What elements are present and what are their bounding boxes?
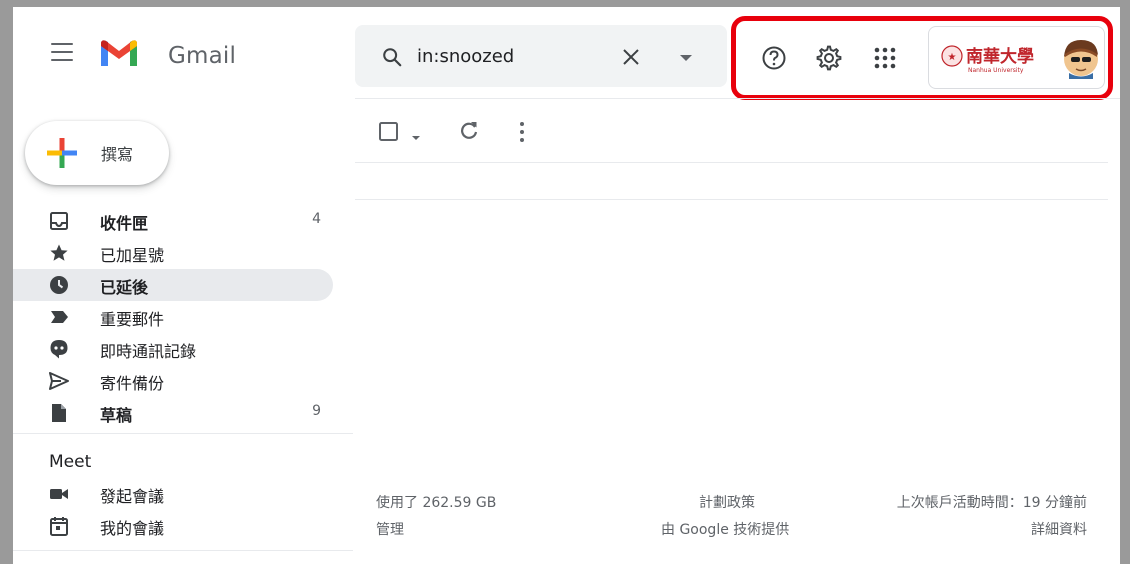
storage-usage-text: 使用了 262.59 GB (376, 495, 497, 511)
sidebar-item-inbox[interactable]: 收件匣 4 (13, 205, 333, 237)
sidebar-item-important[interactable]: 重要郵件 (13, 301, 333, 333)
inbox-count-badge: 4 (312, 211, 321, 227)
more-options-icon[interactable] (517, 119, 527, 145)
manage-storage-link[interactable]: 管理 (376, 519, 404, 539)
sidebar-item-label: 寄件備份 (100, 374, 165, 393)
highlight-annotation-box (731, 16, 1113, 100)
sidebar-item-label: 已延後 (100, 278, 149, 297)
gmail-logo-icon[interactable] (99, 37, 139, 69)
star-icon (49, 243, 69, 263)
refresh-icon[interactable] (457, 119, 481, 143)
sidebar-item-drafts[interactable]: 草稿 9 (13, 397, 333, 429)
sidebar-item-sent[interactable]: 寄件備份 (13, 365, 333, 397)
calendar-icon (49, 516, 69, 536)
last-activity-text: 上次帳戶活動時間：19 分鐘前 (896, 495, 1087, 511)
clear-search-icon[interactable] (619, 45, 643, 69)
inbox-icon (49, 211, 69, 231)
sidebar-item-label: 草稿 (100, 406, 133, 425)
sidebar-item-label: 重要郵件 (100, 310, 165, 329)
gmail-window: Gmail in:snoozed ★ 南華大學 Nanhua Universit… (13, 7, 1120, 564)
list-divider (355, 199, 1108, 200)
compose-label: 撰寫 (101, 145, 134, 164)
sidebar-item-starred[interactable]: 已加星號 (13, 237, 333, 269)
sidebar-divider (13, 433, 353, 434)
search-options-caret-icon[interactable] (677, 50, 695, 64)
meet-section-title: Meet (49, 452, 92, 472)
powered-by-google-text: 由 Google 技術提供 (661, 522, 790, 538)
sidebar-item-label: 收件匣 (100, 214, 149, 233)
sidebar-divider-bottom (13, 550, 353, 551)
chat-icon (49, 339, 69, 359)
select-options-caret-icon[interactable] (411, 127, 421, 140)
main-menu-icon[interactable] (51, 43, 73, 63)
search-bar[interactable] (355, 25, 727, 87)
select-all-checkbox[interactable] (378, 121, 400, 143)
draft-icon (49, 403, 69, 423)
important-icon (49, 307, 69, 327)
sidebar-item-label: 已加星號 (100, 246, 165, 265)
drafts-count-badge: 9 (312, 403, 321, 419)
compose-plus-icon (43, 134, 81, 172)
activity-details-link[interactable]: 詳細資料 (1031, 519, 1087, 539)
gmail-wordmark: Gmail (168, 43, 237, 69)
sidebar-item-label: 即時通訊記錄 (100, 342, 197, 361)
meet-item-new-meeting[interactable]: 發起會議 (13, 478, 333, 510)
search-icon[interactable] (381, 46, 403, 68)
header-divider (355, 98, 1120, 99)
sidebar-item-label: 發起會議 (100, 487, 165, 506)
meet-item-my-meetings[interactable]: 我的會議 (13, 510, 333, 542)
search-input[interactable]: in:snoozed (417, 46, 514, 67)
toolbar-divider (355, 162, 1108, 163)
sidebar-item-label: 我的會議 (100, 519, 165, 538)
sidebar-item-snoozed[interactable]: 已延後 (13, 269, 333, 301)
clock-icon (49, 275, 69, 295)
send-icon (49, 371, 69, 391)
video-icon (49, 484, 69, 504)
sidebar-item-chats[interactable]: 即時通訊記錄 (13, 333, 333, 365)
program-policies-link[interactable]: 計劃政策 (699, 492, 755, 512)
